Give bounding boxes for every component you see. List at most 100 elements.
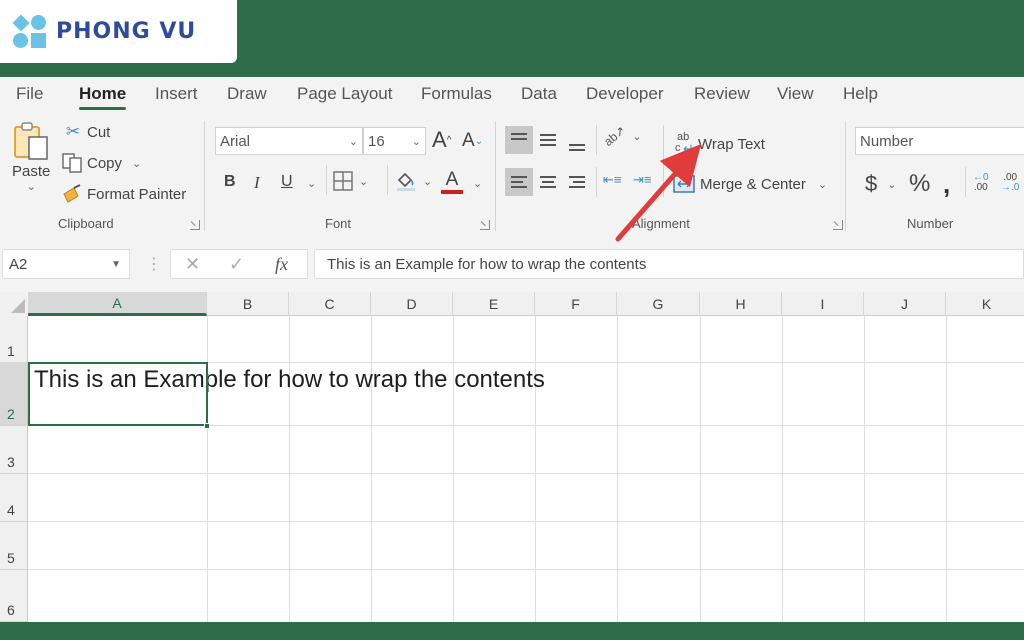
chevron-down-icon: ⌄ [411,135,421,148]
font-color-chevron-icon[interactable]: ⌄ [473,177,482,190]
italic-button[interactable]: I [254,173,260,193]
font-name-dropdown[interactable]: Arial ⌄ [215,127,363,155]
decrease-decimal-button[interactable]: .00 →.0 [1001,173,1019,193]
decrease-indent-button[interactable]: ⇤≡ [603,172,621,188]
increase-indent-button[interactable]: ⇥≡ [633,172,651,188]
name-box-dropdown-icon[interactable]: ▼ [111,259,121,270]
comma-style-button[interactable]: , [943,169,950,200]
row-header-3[interactable]: 3 [0,426,28,474]
tab-home[interactable]: Home [79,84,127,110]
fill-color-button[interactable]: ⌄ [395,170,432,192]
name-box[interactable]: A2 ▼ [2,249,130,279]
chevron-down-icon: ⌄ [423,175,433,188]
align-right-button[interactable] [563,168,591,196]
spreadsheet-grid: ABCDEFGHIJK 123456 This is an Example fo… [0,292,1024,622]
increase-decimal-button[interactable]: ←0.00 [973,173,989,193]
column-header-f[interactable]: F [535,292,617,316]
scissors-icon: ✂ [65,122,81,141]
column-header-e[interactable]: E [453,292,535,316]
column-header-k[interactable]: K [946,292,1024,316]
tab-review[interactable]: Review [694,84,750,104]
borders-button[interactable]: ⌄ [333,171,368,191]
chevron-down-icon: ⌄ [817,178,828,191]
top-align-button[interactable] [505,126,533,154]
clipboard-group: Paste ⌄ ✂ Cut Copy ⌄ Format Painter Clip… [0,113,205,237]
bold-button[interactable]: B [224,173,236,191]
column-header-i[interactable]: I [782,292,864,316]
wrap-text-label: Wrap Text [698,135,765,153]
active-cell-a2[interactable] [28,362,208,426]
column-header-c[interactable]: C [289,292,371,316]
tab-draw[interactable]: Draw [227,84,267,104]
font-size-dropdown[interactable]: 16 ⌄ [363,127,426,155]
orientation-button[interactable]: ab↗ ⌄ [601,123,642,149]
tab-formulas[interactable]: Formulas [421,84,492,104]
grid-column-line [864,316,865,622]
copy-chevron-icon[interactable]: ⌄ [132,157,141,170]
font-launcher-icon[interactable] [480,220,490,230]
cut-button[interactable]: ✂ Cut [64,122,110,142]
clipboard-group-label: Clipboard [58,216,114,231]
copy-button[interactable]: Copy ⌄ [62,153,141,173]
align-left-button[interactable] [505,168,533,196]
chevron-down-icon: ⌄ [348,135,358,148]
column-header-h[interactable]: H [700,292,782,316]
more-options-icon[interactable]: ⋮ [146,254,162,274]
format-painter-button[interactable]: Format Painter [62,184,186,204]
cancel-entry-icon[interactable]: ✕ [185,254,200,275]
column-header-d[interactable]: D [371,292,453,316]
underline-button[interactable]: U [281,173,293,191]
font-group: Arial ⌄ 16 ⌄ A ^ A ⌄ B I U ⌄ ⌄ ⌄ A ⌄ Fon… [205,113,496,237]
merge-center-button[interactable]: Merge & Center ⌄ [673,174,827,194]
middle-align-button[interactable] [534,126,562,154]
column-header-j[interactable]: J [864,292,946,316]
tab-view[interactable]: View [777,84,814,104]
alignment-group-label: Alignment [632,216,690,231]
tab-data[interactable]: Data [521,84,557,104]
formula-input[interactable]: This is an Example for how to wrap the c… [314,249,1024,279]
divider [596,125,597,155]
confirm-entry-icon[interactable]: ✓ [229,254,244,275]
grid-column-line [453,316,454,622]
bottom-align-button[interactable] [563,129,591,157]
paste-chevron-icon[interactable]: ⌄ [27,180,36,193]
row-header-2[interactable]: 2 [0,363,28,426]
number-format-dropdown[interactable]: Number [855,127,1024,155]
increase-indent-icon: ⇥≡ [633,172,652,187]
row-header-1[interactable]: 1 [0,316,28,363]
column-header-g[interactable]: G [617,292,700,316]
footer-band [0,622,1024,640]
number-format-value: Number [860,132,914,150]
fill-handle[interactable] [204,423,210,429]
select-all-button[interactable] [0,292,28,316]
underline-chevron-icon[interactable]: ⌄ [307,177,316,190]
clipboard-paste-icon [14,122,48,160]
tab-page-layout[interactable]: Page Layout [297,84,392,104]
font-color-button[interactable]: A [441,169,463,194]
chevron-down-icon: ⌄ [632,130,642,143]
column-header-a[interactable]: A [28,292,207,316]
increase-font-button[interactable]: A ^ [432,127,451,153]
decrease-font-button[interactable]: A ⌄ [462,130,483,152]
alignment-launcher-icon[interactable] [833,220,843,230]
row-header-5[interactable]: 5 [0,522,28,570]
grid-row-line [28,473,1024,474]
tab-insert[interactable]: Insert [155,84,198,104]
insert-function-icon[interactable]: fx [275,254,288,275]
currency-button[interactable]: $ ⌄ [865,171,896,197]
column-header-b[interactable]: B [207,292,289,316]
percent-button[interactable]: % [909,170,930,198]
tab-help[interactable]: Help [843,84,878,104]
clipboard-launcher-icon[interactable] [190,220,200,230]
tab-file[interactable]: File [16,84,43,104]
merge-center-icon [673,175,695,193]
paste-button[interactable]: Paste ⌄ [12,121,50,193]
row-header-6[interactable]: 6 [0,570,28,622]
wrap-text-button[interactable]: ab c ↵ Wrap Text [675,131,765,156]
alignment-group: ab↗ ⌄ ⇤≡ ⇥≡ ab c ↵ Wrap Text Merge & Cen… [495,113,846,237]
tab-developer[interactable]: Developer [586,84,664,104]
row-header-4[interactable]: 4 [0,474,28,522]
font-size-value: 16 [368,132,385,150]
align-center-button[interactable] [534,168,562,196]
format-painter-label: Format Painter [87,185,187,203]
